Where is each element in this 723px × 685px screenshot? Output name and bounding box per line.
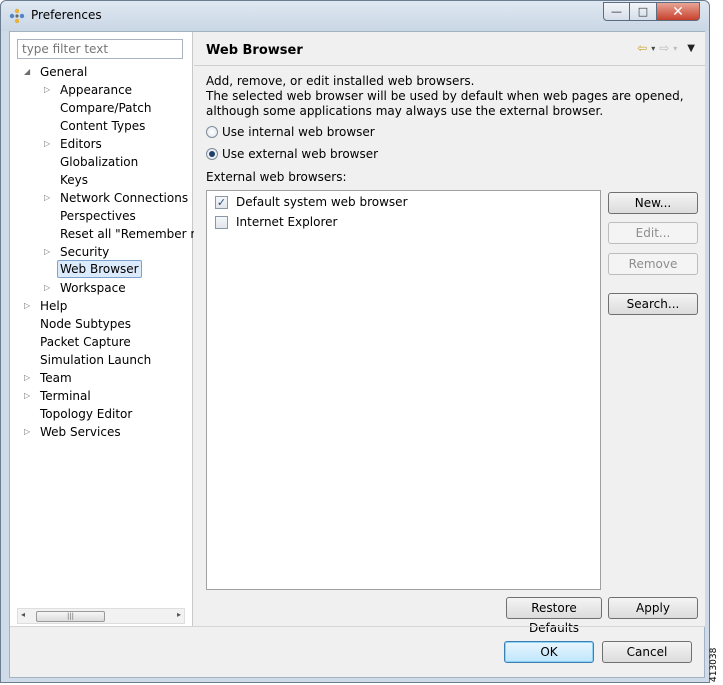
scroll-thumb[interactable]: ||| [36, 611, 105, 622]
tree-item-label: Node Subtypes [40, 317, 132, 331]
filter-input[interactable] [17, 39, 183, 59]
tree-item-label: Appearance [60, 83, 133, 97]
tree-item-label: Packet Capture [40, 335, 131, 349]
scroll-left-icon[interactable]: ◂ [21, 610, 25, 619]
tree-item-label: Security [60, 245, 110, 259]
maximize-button[interactable]: □ [629, 2, 657, 21]
new-button[interactable]: New... [608, 192, 698, 214]
collapsed-arrow-icon[interactable]: ▷ [44, 135, 54, 153]
external-browser-option[interactable]: Use external web browser [206, 147, 378, 161]
window-title: Preferences [31, 8, 102, 22]
edit-button[interactable]: Edit... [608, 222, 698, 244]
apply-button[interactable]: Apply [608, 597, 698, 619]
page-navigation: ⇦ ▾ ⇨ ▾ ▼ [637, 41, 695, 55]
tree-item-label: Perspectives [60, 209, 136, 223]
forward-dropdown-icon[interactable]: ▾ [673, 44, 677, 53]
tree-item-label: Web Services [40, 425, 121, 439]
internal-browser-label: Use internal web browser [222, 125, 375, 139]
title-bar[interactable]: Preferences — □ ✕ [1, 1, 709, 31]
browser-checkbox[interactable]: ✓ [215, 195, 228, 209]
expanded-arrow-icon[interactable]: ◢ [24, 63, 34, 81]
cancel-button[interactable]: Cancel [602, 641, 692, 663]
remove-button[interactable]: Remove [608, 253, 698, 275]
collapsed-arrow-icon[interactable]: ▷ [24, 369, 34, 387]
tree-item-label: Team [40, 371, 72, 385]
tree-item-label: Topology Editor [40, 407, 133, 421]
preference-tree-panel: ◢ General ▷ Appearance Compare/Patch Con… [10, 32, 202, 626]
tree-item-label: Keys [60, 173, 89, 187]
internal-browser-radio[interactable] [206, 126, 218, 138]
ok-button[interactable]: OK [504, 641, 594, 663]
external-browser-radio[interactable] [206, 148, 218, 160]
view-menu-icon[interactable]: ▼ [687, 43, 695, 54]
web-browser-page: Web Browser ⇦ ▾ ⇨ ▾ ▼ Add, remove, or ed… [194, 32, 705, 635]
back-arrow-icon[interactable]: ⇦ [637, 41, 647, 55]
tree-item-label: Network Connections [60, 191, 189, 205]
page-description: Add, remove, or edit installed web brows… [206, 74, 686, 119]
search-button[interactable]: Search... [608, 293, 698, 315]
browser-checkbox[interactable] [215, 215, 228, 229]
tree-item-label: General [40, 65, 88, 79]
list-item[interactable]: Internet Explorer [215, 215, 337, 229]
page-title: Web Browser [206, 43, 303, 58]
collapsed-arrow-icon[interactable]: ▷ [44, 81, 54, 99]
collapsed-arrow-icon[interactable]: ▷ [44, 279, 54, 297]
collapsed-arrow-icon[interactable]: ▷ [44, 243, 54, 261]
list-item[interactable]: ✓ Default system web browser [215, 195, 408, 209]
collapsed-arrow-icon[interactable]: ▷ [24, 423, 34, 441]
external-browser-label: Use external web browser [222, 147, 379, 161]
dialog-body: ◢ General ▷ Appearance Compare/Patch Con… [9, 31, 706, 678]
collapsed-arrow-icon[interactable]: ▷ [24, 297, 34, 315]
minimize-button[interactable]: — [603, 2, 630, 21]
tree-item-label: Terminal [40, 389, 91, 403]
tree-item-label: Simulation Launch [40, 353, 152, 367]
forward-arrow-icon[interactable]: ⇨ [659, 41, 669, 55]
tree-item-label: Content Types [60, 119, 146, 133]
tree-item-label: Workspace [60, 281, 126, 295]
restore-defaults-button[interactable]: Restore Defaults [506, 597, 602, 635]
collapsed-arrow-icon[interactable]: ▷ [24, 387, 34, 405]
external-browsers-list[interactable]: ✓ Default system web browser Internet Ex… [206, 190, 601, 590]
preferences-window: Preferences — □ ✕ ◢ General ▷ Appearance… [0, 0, 710, 683]
tree-item-label: Compare/Patch [60, 101, 152, 115]
browser-name: Internet Explorer [236, 215, 338, 229]
tree-item-label: Help [40, 299, 68, 313]
back-dropdown-icon[interactable]: ▾ [651, 44, 655, 53]
external-browsers-label: External web browsers: [206, 170, 347, 184]
tree-item-label: Web Browser [57, 260, 142, 278]
figure-code: 413038 [709, 647, 719, 682]
tree-horizontal-scrollbar[interactable]: ◂ ||| ▸ [17, 608, 185, 624]
scroll-right-icon[interactable]: ▸ [177, 610, 181, 619]
description-line: Add, remove, or edit installed web brows… [206, 74, 475, 88]
tree-item-label: Globalization [60, 155, 139, 169]
close-button[interactable]: ✕ [656, 2, 700, 21]
browser-name: Default system web browser [236, 195, 408, 209]
footer-divider [10, 626, 706, 627]
internal-browser-option[interactable]: Use internal web browser [206, 125, 375, 139]
title-divider [194, 65, 705, 66]
preferences-app-icon [9, 8, 25, 24]
tree-item-label: Editors [60, 137, 102, 151]
collapsed-arrow-icon[interactable]: ▷ [44, 189, 54, 207]
tree-item-label: Reset all "Remember m [60, 227, 203, 241]
description-line: The selected web browser will be used by… [206, 89, 684, 118]
